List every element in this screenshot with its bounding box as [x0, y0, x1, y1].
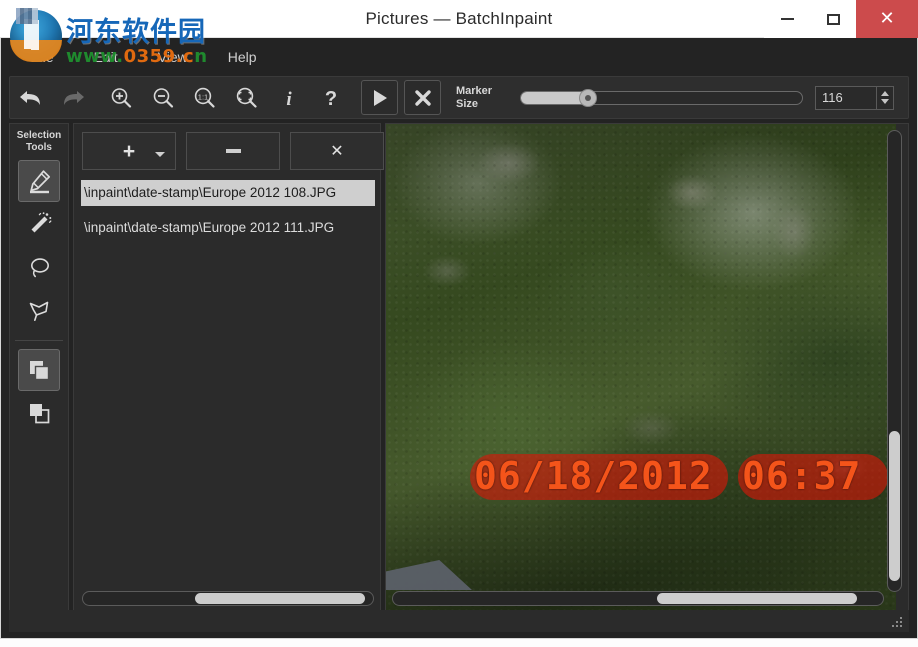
- title-bar: Pictures — BatchInpaint ✕: [0, 0, 918, 38]
- clear-files-button[interactable]: ✕: [290, 132, 384, 170]
- marker-size-label-line1: Marker: [456, 85, 492, 97]
- maximize-button[interactable]: [810, 0, 856, 38]
- menu-item-edit[interactable]: Edit: [78, 45, 134, 69]
- zoom-in-icon: [109, 86, 133, 110]
- resize-grip[interactable]: [892, 617, 903, 628]
- image-canvas[interactable]: 06/18/2012 06:37: [386, 124, 896, 613]
- zoom-actual-icon: 1:1: [192, 86, 218, 110]
- clear-icon: ✕: [330, 143, 343, 159]
- marker-size-slider[interactable]: [520, 90, 803, 106]
- marker-icon: [26, 168, 53, 195]
- minus-icon: [226, 149, 241, 153]
- selection-tools-sidebar: Selection Tools: [9, 123, 69, 613]
- status-bar: [9, 610, 909, 632]
- marker-size-input[interactable]: 116: [815, 86, 877, 110]
- canvas-horizontal-scrollbar[interactable]: [392, 591, 884, 606]
- stepper-up-icon[interactable]: [881, 91, 889, 96]
- photo-shading-layer: [386, 124, 896, 613]
- marker-tool-button[interactable]: [18, 160, 60, 202]
- selection-outline-mode-button[interactable]: [18, 392, 60, 434]
- minimize-button[interactable]: [764, 0, 810, 38]
- slider-fill: [521, 92, 586, 104]
- menu-item-help[interactable]: Help: [212, 45, 273, 69]
- zoom-out-icon: [151, 86, 175, 110]
- chevron-down-icon[interactable]: [155, 152, 165, 157]
- window-controls: ✕: [764, 0, 918, 38]
- help-icon: ?: [321, 86, 341, 110]
- zoom-fit-button[interactable]: [226, 78, 268, 118]
- scrollbar-thumb[interactable]: [657, 593, 857, 604]
- remove-file-button[interactable]: [186, 132, 280, 170]
- app-window: Pictures — BatchInpaint ✕ File Edit View…: [0, 0, 918, 647]
- info-icon: i: [280, 86, 298, 110]
- magic-wand-icon: [26, 211, 53, 238]
- zoom-in-button[interactable]: [100, 78, 142, 118]
- date-stamp-time: 06:37: [742, 454, 861, 498]
- polygon-lasso-icon: [26, 297, 53, 324]
- lasso-icon: [26, 254, 53, 281]
- selection-tools-title: Selection Tools: [17, 130, 61, 154]
- list-item[interactable]: \inpaint\date-stamp\Europe 2012 111.JPG: [81, 215, 375, 241]
- minimize-icon: [781, 18, 794, 20]
- scrollbar-thumb[interactable]: [195, 593, 365, 604]
- marker-size-label: Marker Size: [456, 85, 512, 111]
- list-item[interactable]: \inpaint\date-stamp\Europe 2012 108.JPG: [81, 180, 375, 206]
- svg-text:1:1: 1:1: [198, 92, 208, 101]
- app-body: File Edit View Help: [0, 38, 918, 639]
- help-button[interactable]: ?: [310, 78, 352, 118]
- layers-filled-icon: [26, 357, 53, 384]
- file-list-horizontal-scrollbar[interactable]: [82, 591, 374, 606]
- stepper-down-icon[interactable]: [881, 99, 889, 104]
- erase-button[interactable]: [361, 80, 398, 115]
- menu-bar: File Edit View Help: [1, 38, 917, 75]
- cancel-button[interactable]: [404, 80, 441, 115]
- file-list[interactable]: \inpaint\date-stamp\Europe 2012 108.JPG …: [81, 180, 375, 590]
- undo-icon: [18, 87, 44, 109]
- undo-button[interactable]: [10, 78, 52, 118]
- file-action-buttons: + ✕: [82, 132, 394, 170]
- svg-text:?: ?: [325, 88, 337, 110]
- add-files-label: +: [123, 141, 135, 162]
- add-files-button[interactable]: +: [82, 132, 176, 170]
- slider-handle[interactable]: [579, 89, 597, 107]
- redo-button[interactable]: [52, 78, 94, 118]
- toolbar: 1:1 i ?: [9, 76, 909, 119]
- selection-filled-mode-button[interactable]: [18, 349, 60, 391]
- image-canvas-panel: 06/18/2012 06:37: [385, 123, 909, 613]
- zoom-fit-icon: [234, 86, 260, 110]
- menu-item-file[interactable]: File: [15, 45, 70, 69]
- marker-size-label-line2: Size: [456, 98, 478, 110]
- canvas-vertical-scrollbar[interactable]: [887, 130, 902, 592]
- polygon-lasso-tool-button[interactable]: [18, 289, 60, 331]
- selection-tools-title-line1: Selection: [17, 130, 61, 141]
- marker-size-value: 116: [816, 90, 843, 105]
- marker-size-stepper[interactable]: [876, 86, 894, 110]
- layers-outline-icon: [26, 400, 53, 427]
- date-stamp-date: 06/18/2012: [474, 454, 713, 498]
- zoom-out-button[interactable]: [142, 78, 184, 118]
- file-list-panel: + ✕ \inpaint\date-stamp\Europe 2012 108.…: [73, 123, 381, 613]
- lasso-tool-button[interactable]: [18, 246, 60, 288]
- maximize-icon: [827, 14, 840, 25]
- play-icon: [371, 88, 389, 108]
- magic-wand-tool-button[interactable]: [18, 203, 60, 245]
- close-icon: ✕: [879, 10, 894, 28]
- close-button[interactable]: ✕: [856, 0, 918, 38]
- scrollbar-thumb[interactable]: [889, 431, 900, 581]
- selection-tools-title-line2: Tools: [26, 142, 52, 153]
- svg-text:i: i: [286, 89, 292, 110]
- menu-item-view[interactable]: View: [142, 45, 204, 69]
- info-button[interactable]: i: [268, 78, 310, 118]
- redo-icon: [60, 87, 86, 109]
- zoom-actual-button[interactable]: 1:1: [184, 78, 226, 118]
- sidebar-divider: [15, 340, 63, 341]
- cancel-icon: [414, 89, 432, 107]
